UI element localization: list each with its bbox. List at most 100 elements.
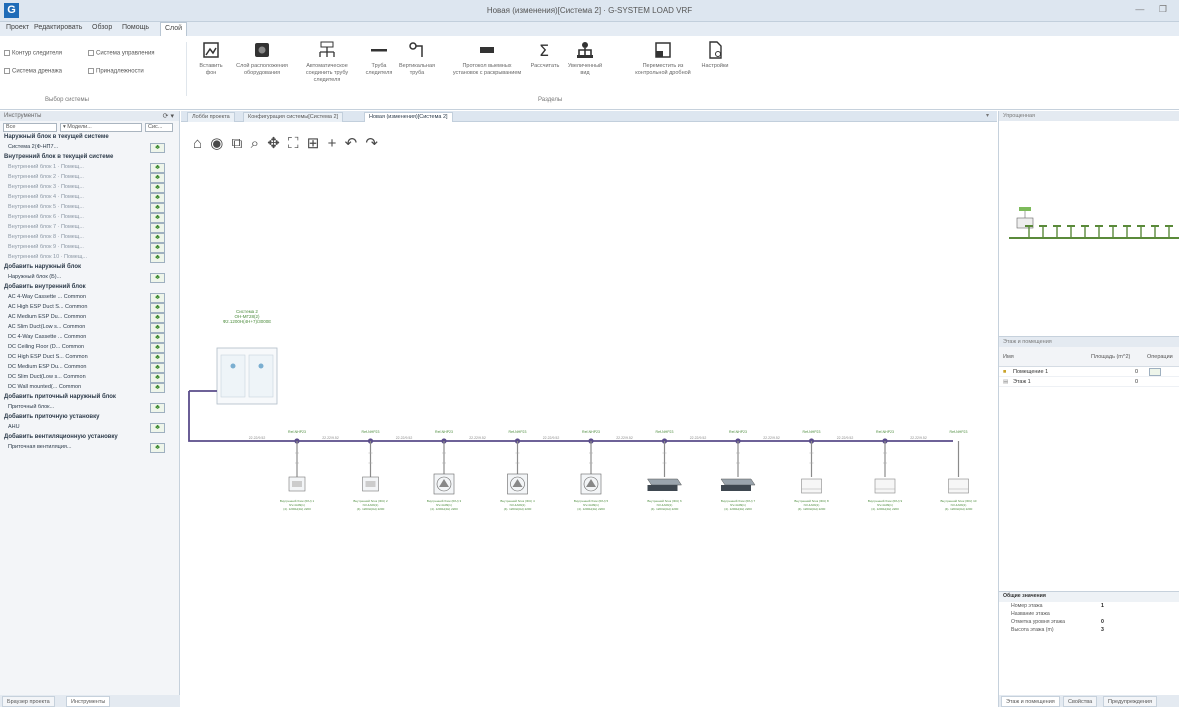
- check-refrigerant[interactable]: Контур следителя: [4, 50, 62, 57]
- add-unit-icon[interactable]: ♣: [150, 303, 165, 313]
- floor-row[interactable]: ■ Помещение 1 0: [999, 367, 1179, 377]
- tab-project-lobby[interactable]: Лобби проекта: [187, 112, 235, 122]
- tree-item[interactable]: Внутренний блок 3 · Помещ... ♣: [0, 183, 179, 193]
- tree-group-header[interactable]: Внутренний блок в текущей системе: [0, 153, 179, 163]
- schematic-canvas[interactable]: ⌂ ◉ ⧉ ⌕ ✥ ⛶ ⊞ + ↶ ↷ Система 2 ОН-МГ28(2) Ф…: [181, 123, 997, 707]
- prop-row[interactable]: Номер этажа 1: [999, 602, 1179, 610]
- tree-item[interactable]: Внутренний блок 5 · Помещ... ♣: [0, 203, 179, 213]
- tree-item[interactable]: AC Slim Duct(Low s... Common ♣: [0, 323, 179, 333]
- props-group-header[interactable]: Общие значения: [999, 592, 1179, 602]
- add-unit-icon[interactable]: ♣: [150, 223, 165, 233]
- tree-item[interactable]: AC 4-Way Cassette ... Common ♣: [0, 293, 179, 303]
- settings-button[interactable]: Настройки: [698, 40, 732, 70]
- tree-group-header[interactable]: Добавить вентиляционную установку: [0, 433, 179, 443]
- menu-view[interactable]: Обзор: [92, 24, 112, 31]
- tree-item[interactable]: Внутренний блок 8 · Помещ... ♣: [0, 233, 179, 243]
- tab-project-browser[interactable]: Браузер проекта: [2, 696, 55, 707]
- tree-item[interactable]: DC Slim Duct(Low s... Common ♣: [0, 373, 179, 383]
- auto-pipe-button[interactable]: Автоматическое соединить трубу следителя: [297, 40, 357, 84]
- calculate-button[interactable]: Σ Рассчитать: [527, 40, 563, 70]
- add-unit-icon[interactable]: ♣: [150, 233, 165, 243]
- row-action-button[interactable]: [1149, 368, 1161, 376]
- tree-item[interactable]: AC High ESP Duct S... Common ♣: [0, 303, 179, 313]
- tree-item[interactable]: Система 2(Ф-НП7... ♣: [0, 143, 179, 153]
- add-unit-icon[interactable]: ♣: [150, 273, 165, 283]
- add-unit-icon[interactable]: ♣: [150, 163, 165, 173]
- add-unit-icon[interactable]: ♣: [150, 353, 165, 363]
- filter-system-select[interactable]: Сис...: [145, 123, 173, 132]
- tree-item[interactable]: Приточная вентиляция... ♣: [0, 443, 179, 453]
- tree-item[interactable]: DC Medium ESP Du... Common ♣: [0, 363, 179, 373]
- add-unit-icon[interactable]: ♣: [150, 403, 165, 413]
- move-button[interactable]: Переместить из контрольной дробной: [628, 40, 698, 77]
- add-unit-icon[interactable]: ♣: [150, 173, 165, 183]
- tree-item[interactable]: Внутренний блок 9 · Помещ... ♣: [0, 243, 179, 253]
- tab-tools[interactable]: Инструменты: [66, 696, 111, 707]
- tree-item[interactable]: Внутренний блок 7 · Помещ... ♣: [0, 223, 179, 233]
- add-unit-icon[interactable]: ♣: [150, 343, 165, 353]
- add-unit-icon[interactable]: ♣: [150, 213, 165, 223]
- prop-value[interactable]: 3: [1101, 627, 1104, 633]
- insert-background-button[interactable]: Вставить фон: [194, 40, 228, 77]
- equipment-layer-button[interactable]: Слой расположения оборудования: [230, 40, 294, 77]
- floor-row[interactable]: ▤ Этаж 1 0: [999, 377, 1179, 387]
- menu-edit[interactable]: Редактировать: [34, 24, 82, 31]
- tree-item[interactable]: DC High ESP Duct S... Common ♣: [0, 353, 179, 363]
- add-unit-icon[interactable]: ♣: [150, 323, 165, 333]
- add-unit-icon[interactable]: ♣: [150, 253, 165, 263]
- checkbox[interactable]: [4, 50, 10, 56]
- tree-group-header[interactable]: Добавить приточный наружный блок: [0, 393, 179, 403]
- tree-item[interactable]: Наружный блок (Б)... ♣: [0, 273, 179, 283]
- add-unit-icon[interactable]: ♣: [150, 293, 165, 303]
- filter-model-select[interactable]: ▾ Модели...: [60, 123, 142, 132]
- pipe-button[interactable]: Труба следителя: [362, 40, 396, 77]
- vertical-pipe-button[interactable]: Вертикальная труба: [399, 40, 435, 77]
- add-unit-icon[interactable]: ♣: [150, 363, 165, 373]
- tab-properties[interactable]: Свойства: [1063, 696, 1098, 707]
- tree-item[interactable]: DC Ceiling Floor (D... Common ♣: [0, 343, 179, 353]
- tree-item[interactable]: AC Medium ESP Du... Common ♣: [0, 313, 179, 323]
- tree-item[interactable]: AHU ♣: [0, 423, 179, 433]
- checkbox[interactable]: [88, 68, 94, 74]
- tree-item[interactable]: Внутренний блок 10 · Помещ... ♣: [0, 253, 179, 263]
- tree-group-header[interactable]: Добавить внутренний блок: [0, 283, 179, 293]
- tree-item[interactable]: DC Wall mounted(... Common ♣: [0, 383, 179, 393]
- add-unit-icon[interactable]: ♣: [150, 203, 165, 213]
- tab-new-changes[interactable]: Новая (изменения)[Система 2]: [364, 112, 453, 122]
- tab-warnings[interactable]: Предупреждения: [1103, 696, 1157, 707]
- tree-item[interactable]: Внутренний блок 4 · Помещ... ♣: [0, 193, 179, 203]
- tree-item[interactable]: Внутренний блок 1 · Помещ... ♣: [0, 163, 179, 173]
- prop-value[interactable]: 1: [1101, 603, 1104, 609]
- menu-layer[interactable]: Слой: [160, 22, 188, 36]
- enlarged-view-button[interactable]: Увеличенный вид: [566, 40, 604, 77]
- protocol-button[interactable]: Протокол выемных установок с раскрывание…: [452, 40, 522, 77]
- add-unit-icon[interactable]: ♣: [150, 373, 165, 383]
- tree-group-header[interactable]: Добавить наружный блок: [0, 263, 179, 273]
- filter-all-select[interactable]: Все: [3, 123, 57, 132]
- panel-header-icons[interactable]: ⟳ ▾: [163, 112, 174, 120]
- add-unit-icon[interactable]: ♣: [150, 243, 165, 253]
- add-unit-icon[interactable]: ♣: [150, 193, 165, 203]
- add-unit-icon[interactable]: ♣: [150, 143, 165, 153]
- prop-row[interactable]: Высота этажа (m) 3: [999, 626, 1179, 634]
- tree-item[interactable]: Приточный блок... ♣: [0, 403, 179, 413]
- check-drain[interactable]: Система дренажа: [4, 68, 62, 75]
- add-unit-icon[interactable]: ♣: [150, 423, 165, 433]
- menu-project[interactable]: Проект: [6, 24, 29, 31]
- tree-item[interactable]: Внутренний блок 2 · Помещ... ♣: [0, 173, 179, 183]
- window-controls[interactable]: — ❐: [1135, 4, 1173, 15]
- prop-value[interactable]: 0: [1101, 619, 1104, 625]
- menu-help[interactable]: Помощь: [122, 24, 149, 31]
- tab-floors[interactable]: Этаж и помещения: [1001, 696, 1060, 707]
- add-unit-icon[interactable]: ♣: [150, 333, 165, 343]
- tree-item[interactable]: DC 4-Way Cassette ... Common ♣: [0, 333, 179, 343]
- check-control[interactable]: Система управления: [88, 50, 155, 57]
- tree-group-header[interactable]: Добавить приточную установку: [0, 413, 179, 423]
- add-unit-icon[interactable]: ♣: [150, 313, 165, 323]
- tree-group-header[interactable]: Наружный блок в текущей системе: [0, 133, 179, 143]
- add-unit-icon[interactable]: ♣: [150, 443, 165, 453]
- prop-row[interactable]: Отметка уровня этажа 0: [999, 618, 1179, 626]
- checkbox[interactable]: [88, 50, 94, 56]
- tabs-dropdown-icon[interactable]: ▾: [986, 112, 989, 119]
- add-unit-icon[interactable]: ♣: [150, 183, 165, 193]
